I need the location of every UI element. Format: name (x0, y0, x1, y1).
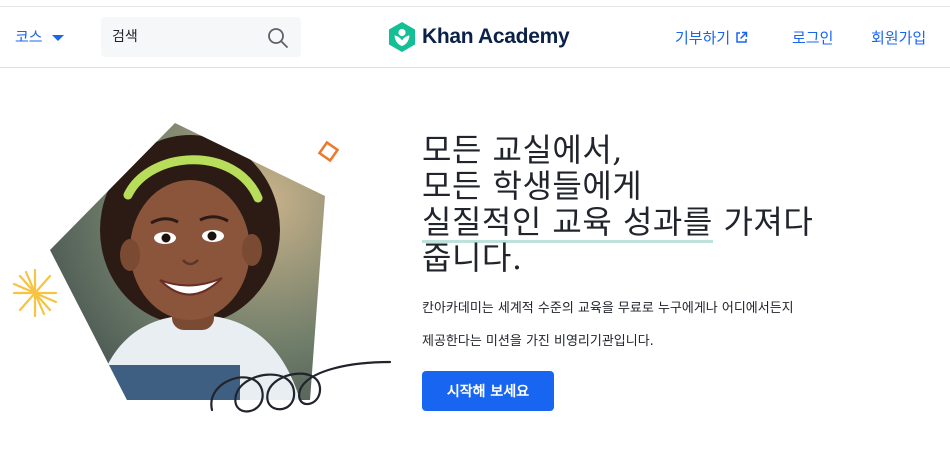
search-icon[interactable] (266, 26, 290, 50)
student-photo (50, 123, 325, 400)
signup-link[interactable]: 회원가입 (871, 27, 926, 48)
headline-line-4: 줍니다. (422, 239, 523, 277)
headline-line-3-rest: 가져다 (712, 203, 814, 241)
headline-line-3: 실질적인 교육 성과를 가져다 (422, 203, 814, 243)
donate-label: 기부하기 (675, 29, 731, 47)
get-started-button[interactable]: 시작해 보세요 (422, 371, 554, 411)
external-link-icon (736, 31, 748, 43)
brand-name: Khan Academy (422, 25, 570, 48)
khan-logo-icon (389, 22, 415, 52)
chevron-down-icon (51, 34, 64, 41)
khan-academy-logo[interactable]: Khan Academy (388, 22, 570, 52)
donate-link[interactable]: 기부하기 (675, 27, 748, 48)
description-line-1: 칸아카데미는 세계적 수준의 교육을 무료로 누구에게나 어디에서든지 (422, 301, 794, 316)
hero-description: 칸아카데미는 세계적 수준의 교육을 무료로 누구에게나 어디에서든지 제공한다… (422, 292, 862, 358)
top-nav-bar: 코스 Khan Academy 기부하기 로그인 회원가입 (0, 6, 950, 68)
headline-highlight: 실질적인 교육 성과를 (422, 203, 713, 243)
description-line-2: 제공한다는 미션을 가진 비영리기관입니다. (422, 334, 654, 349)
headline-line-2: 모든 학생들에게 (422, 167, 643, 205)
orange-diamond-doodle (317, 140, 340, 163)
hero-illustration (12, 123, 392, 413)
courses-menu-button[interactable]: 코스 (15, 26, 64, 47)
yellow-star-doodle (12, 268, 58, 318)
courses-label: 코스 (15, 28, 43, 46)
headline-line-1: 모든 교실에서, (422, 131, 623, 169)
hero-headline: 모든 교실에서, 모든 학생들에게 실질적인 교육 성과를 가져다 줍니다. (422, 132, 813, 276)
login-link[interactable]: 로그인 (792, 27, 833, 48)
